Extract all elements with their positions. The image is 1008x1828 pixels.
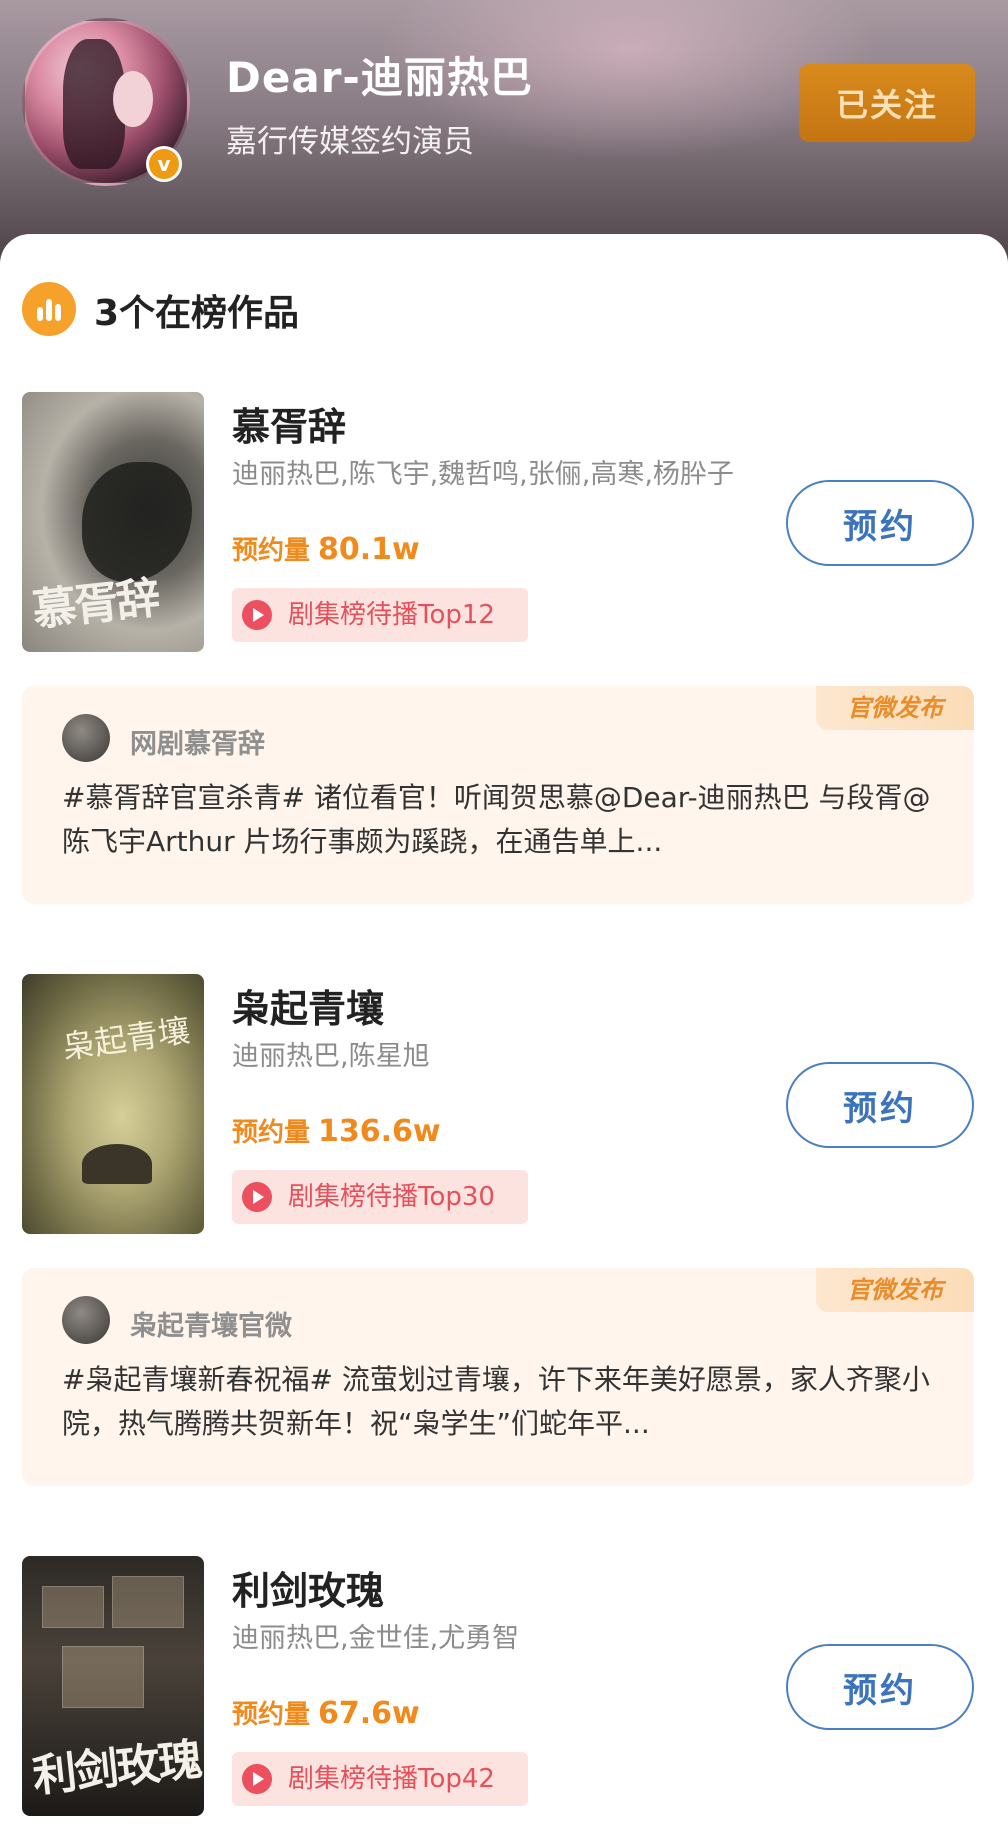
reservation-label: 预约量: [232, 1700, 311, 1730]
rank-label: 剧集榜待播Top12: [288, 600, 495, 630]
reserve-button[interactable]: 预约: [786, 1062, 974, 1148]
official-post-badge: 官微发布: [816, 686, 974, 730]
poster-art: [112, 1576, 184, 1628]
show-title[interactable]: 枭起青壤: [232, 978, 384, 1033]
section-title: 3个在榜作品: [94, 293, 300, 334]
post-text: #枭起青壤新春祝福# 流萤划过青壤，许下来年美好愿景，家人齐聚小院，热气腾腾共贺…: [62, 1363, 930, 1440]
show-poster[interactable]: 慕胥辞: [22, 392, 204, 652]
show-title[interactable]: 利剑玫瑰: [232, 1560, 384, 1615]
show-cast: 迪丽热巴,金世佳,尤勇智: [232, 1623, 520, 1654]
poster-art: [62, 1646, 144, 1708]
profile-header: v Dear-迪丽热巴 嘉行传媒签约演员 已关注: [0, 0, 1008, 262]
reservation-count: 预约量 80.1w: [232, 530, 420, 567]
watermark: 火姐娱乐trend: [838, 1796, 994, 1821]
reservation-value: 136.6w: [318, 1114, 441, 1149]
weibo-post-card[interactable]: 官微发布 枭起青壤官微 #枭起青壤新春祝福# 流萤划过青壤，许下来年美好愿景，家…: [22, 1268, 974, 1486]
verified-icon: v: [146, 146, 182, 182]
reservation-count: 预约量 136.6w: [232, 1112, 441, 1149]
reservation-value: 67.6w: [318, 1696, 420, 1731]
rank-badge[interactable]: 剧集榜待播Top30: [232, 1170, 528, 1224]
account-avatar[interactable]: [62, 1296, 110, 1344]
weibo-post-card[interactable]: 官微发布 网剧慕胥辞 #慕胥辞官宣杀青# 诸位看官！听闻贺思慕@Dear-迪丽热…: [22, 686, 974, 904]
reservation-label: 预约量: [232, 536, 311, 566]
show-poster[interactable]: 枭起青壤: [22, 974, 204, 1234]
rank-label: 剧集榜待播Top42: [288, 1764, 495, 1794]
reserve-button[interactable]: 预约: [786, 480, 974, 566]
account-avatar[interactable]: [62, 714, 110, 762]
poster-title: 枭起青壤: [60, 1011, 193, 1067]
account-name[interactable]: 枭起青壤官微: [130, 1304, 292, 1343]
show-poster[interactable]: 利剑玫瑰: [22, 1556, 204, 1816]
chart-icon: [22, 282, 76, 336]
rank-label: 剧集榜待播Top30: [288, 1182, 495, 1212]
play-icon: [242, 1182, 272, 1212]
reservation-value: 80.1w: [318, 532, 420, 567]
user-name[interactable]: Dear-迪丽热巴: [226, 44, 533, 105]
avatar-face: [113, 71, 153, 127]
reservation-label: 预约量: [232, 1118, 311, 1148]
official-post-badge: 官微发布: [816, 1268, 974, 1312]
follow-button[interactable]: 已关注: [799, 64, 975, 142]
post-text: #慕胥辞官宣杀青# 诸位看官！听闻贺思慕@Dear-迪丽热巴 与段胥@陈飞宇Ar…: [62, 781, 931, 858]
poster-title: 利剑玫瑰: [30, 1734, 203, 1803]
rank-badge[interactable]: 剧集榜待播Top12: [232, 588, 528, 642]
show-cast: 迪丽热巴,陈飞宇,魏哲鸣,张俪,高寒,杨肸子: [232, 459, 734, 490]
account-name[interactable]: 网剧慕胥辞: [130, 722, 265, 761]
reserve-button[interactable]: 预约: [786, 1644, 974, 1730]
poster-art: [82, 1144, 152, 1184]
ranking-panel: 3个在榜作品 慕胥辞 慕胥辞 迪丽热巴,陈飞宇,魏哲鸣,张俪,高寒,杨肸子 预约…: [0, 234, 1008, 1828]
rank-badge[interactable]: 剧集榜待播Top42: [232, 1752, 528, 1806]
show-cast: 迪丽热巴,陈星旭: [232, 1041, 430, 1072]
play-icon: [242, 1764, 272, 1794]
user-description: 嘉行传媒签约演员: [226, 124, 474, 160]
play-icon: [242, 600, 272, 630]
poster-title: 慕胥辞: [30, 572, 161, 637]
reservation-count: 预约量 67.6w: [232, 1694, 420, 1731]
show-title[interactable]: 慕胥辞: [232, 396, 346, 451]
poster-art: [42, 1586, 104, 1628]
